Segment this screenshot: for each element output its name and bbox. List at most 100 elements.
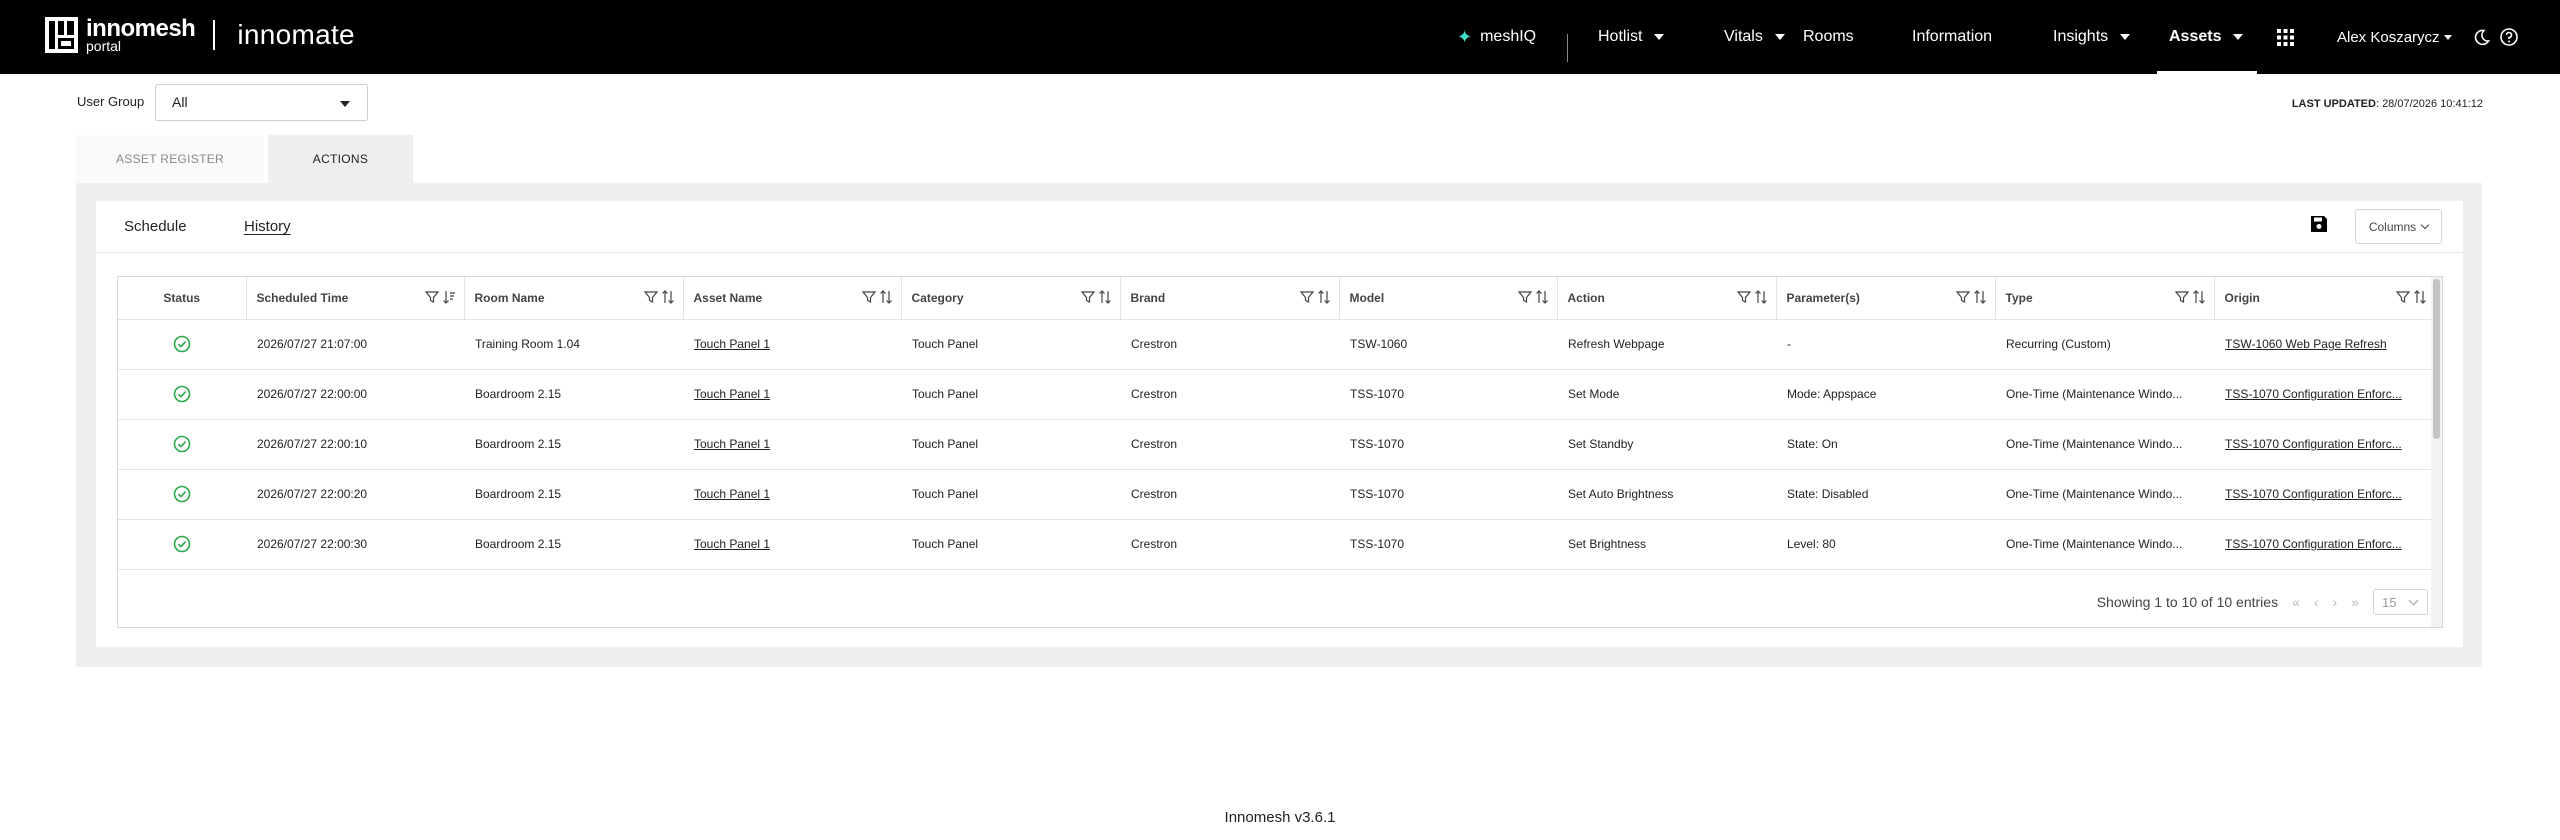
filter-icon[interactable] <box>1517 290 1532 304</box>
brand-cell: Crestron <box>1120 419 1339 470</box>
nav-assets[interactable]: Assets <box>2156 0 2259 74</box>
type-text: One-Time (Maintenance Windo... <box>2006 437 2183 451</box>
header-origin[interactable]: Origin <box>2214 277 2442 320</box>
sort-icon[interactable] <box>1973 290 1987 304</box>
origin-cell[interactable]: TSS-1070 Configuration Enforc... <box>2214 419 2442 470</box>
asset-name-cell[interactable]: Touch Panel 1 <box>683 469 901 520</box>
room-name-text: Training Room 1.04 <box>475 337 580 351</box>
filter-icon[interactable] <box>1736 290 1751 304</box>
help-icon <box>2500 28 2518 46</box>
dark-mode-toggle[interactable] <box>2473 0 2490 74</box>
scrollbar-thumb[interactable] <box>2433 279 2440 439</box>
header-scheduled-time[interactable]: Scheduled Time <box>246 277 465 320</box>
asset-name-cell[interactable]: Touch Panel 1 <box>683 519 901 570</box>
last-updated: LAST UPDATED: 28/07/2026 10:41:12 <box>2292 98 2483 110</box>
nav-information-label: Information <box>1912 28 1993 45</box>
table-row[interactable]: 2026/07/27 22:00:00 Boardroom 2.15 Touch P… <box>118 369 2442 420</box>
sparkle-icon: ✦ <box>1457 26 1473 47</box>
origin-link[interactable]: TSS-1070 Configuration Enforc... <box>2225 387 2402 401</box>
room-name-text: Boardroom 2.15 <box>475 437 562 451</box>
apps-grid-button[interactable] <box>2277 0 2294 74</box>
filter-icon[interactable] <box>2174 290 2189 304</box>
sort-icon[interactable] <box>879 290 893 304</box>
help-button[interactable] <box>2500 0 2518 74</box>
header-model[interactable]: Model <box>1339 277 1558 320</box>
origin-link[interactable]: TSS-1070 Configuration Enforc... <box>2225 487 2402 501</box>
header-status[interactable]: Status <box>118 277 247 320</box>
header-type[interactable]: Type <box>1995 277 2215 320</box>
last-page-icon[interactable]: » <box>2351 594 2359 610</box>
header-action[interactable]: Action <box>1557 277 1777 320</box>
asset-name-link[interactable]: Touch Panel 1 <box>694 387 770 401</box>
subtab-schedule[interactable]: Schedule <box>124 218 187 235</box>
origin-link[interactable]: TSS-1070 Configuration Enforc... <box>2225 437 2402 451</box>
user-group-select[interactable]: All <box>155 84 368 121</box>
header-room-name[interactable]: Room Name <box>464 277 684 320</box>
asset-name-cell[interactable]: Touch Panel 1 <box>683 319 901 370</box>
asset-name-link[interactable]: Touch Panel 1 <box>694 537 770 551</box>
sort-icon[interactable] <box>1317 290 1331 304</box>
table-row[interactable]: 2026/07/27 22:00:30 Boardroom 2.15 Touch P… <box>118 519 2442 570</box>
model-cell: TSS-1070 <box>1339 469 1557 520</box>
table-scrollbar[interactable] <box>2431 277 2442 627</box>
asset-name-link[interactable]: Touch Panel 1 <box>694 487 770 501</box>
sort-icon[interactable] <box>2413 290 2427 304</box>
nav-insights[interactable]: Insights <box>2053 0 2131 74</box>
origin-cell[interactable]: TSS-1070 Configuration Enforc... <box>2214 519 2442 570</box>
brand-logo[interactable]: innomesh portal innomate <box>45 17 355 53</box>
user-menu[interactable]: Alex Koszarycz <box>2337 0 2452 74</box>
filter-icon[interactable] <box>2395 290 2410 304</box>
origin-cell[interactable]: TSS-1070 Configuration Enforc... <box>2214 469 2442 520</box>
sort-icon[interactable] <box>1098 290 1112 304</box>
columns-button[interactable]: Columns <box>2355 209 2442 244</box>
filter-icon[interactable] <box>1955 290 1970 304</box>
origin-cell[interactable]: TSS-1070 Configuration Enforc... <box>2214 369 2442 420</box>
status-cell <box>118 419 246 470</box>
first-page-icon[interactable]: « <box>2292 594 2300 610</box>
page-size-select[interactable]: 15 <box>2373 589 2428 615</box>
tab-asset-register[interactable]: ASSET REGISTER <box>76 135 264 183</box>
origin-link[interactable]: TSS-1070 Configuration Enforc... <box>2225 537 2402 551</box>
table-row[interactable]: 2026/07/27 22:00:10 Boardroom 2.15 Touch P… <box>118 419 2442 470</box>
tab-actions[interactable]: ACTIONS <box>268 135 413 183</box>
origin-cell[interactable]: TSW-1060 Web Page Refresh <box>2214 319 2442 370</box>
filter-icon[interactable] <box>861 290 876 304</box>
header-category[interactable]: Category <box>901 277 1121 320</box>
header-parameters[interactable]: Parameter(s) <box>1776 277 1996 320</box>
nav-rooms[interactable]: Rooms <box>1803 0 1854 74</box>
model-text: TSS-1070 <box>1350 437 1405 451</box>
scheduled-time-cell: 2026/07/27 21:07:00 <box>246 319 464 370</box>
sort-desc-icon[interactable] <box>442 290 456 304</box>
filter-icon[interactable] <box>1080 290 1095 304</box>
origin-link[interactable]: TSW-1060 Web Page Refresh <box>2225 337 2387 351</box>
nav-hotlist[interactable]: Hotlist <box>1598 0 1665 74</box>
save-button[interactable] <box>2310 215 2328 233</box>
subtab-history[interactable]: History <box>244 218 291 235</box>
nav-information[interactable]: Information <box>1912 0 1992 74</box>
filter-icon[interactable] <box>424 290 439 304</box>
asset-name-link[interactable]: Touch Panel 1 <box>694 337 770 351</box>
filter-icon[interactable] <box>1299 290 1314 304</box>
asset-name-cell[interactable]: Touch Panel 1 <box>683 369 901 420</box>
asset-name-link[interactable]: Touch Panel 1 <box>694 437 770 451</box>
grid-icon <box>2277 28 2294 46</box>
next-page-icon[interactable]: › <box>2333 594 2338 610</box>
sort-icon[interactable] <box>2192 290 2206 304</box>
header-brand[interactable]: Brand <box>1120 277 1340 320</box>
scheduled-time-text: 2026/07/27 22:00:10 <box>257 437 368 451</box>
asset-name-cell[interactable]: Touch Panel 1 <box>683 419 901 470</box>
nav-vitals[interactable]: Vitals <box>1724 0 1785 74</box>
header-asset-name[interactable]: Asset Name <box>683 277 902 320</box>
sort-icon[interactable] <box>1535 290 1549 304</box>
sort-icon[interactable] <box>1754 290 1768 304</box>
parameters-cell: Level: 80 <box>1776 519 1995 570</box>
table-row[interactable]: 2026/07/27 22:00:20 Boardroom 2.15 Touch P… <box>118 469 2442 520</box>
table-row[interactable]: 2026/07/27 21:07:00 Training Room 1.04 Tou… <box>118 319 2442 370</box>
nav-meshiq[interactable]: ✦ meshIQ <box>1457 0 1536 74</box>
parameters-text: - <box>1787 337 1791 351</box>
prev-page-icon[interactable]: ‹ <box>2314 594 2319 610</box>
sort-icon[interactable] <box>661 290 675 304</box>
filter-icon[interactable] <box>643 290 658 304</box>
model-text: TSW-1060 <box>1350 337 1408 351</box>
status-cell <box>118 319 246 370</box>
